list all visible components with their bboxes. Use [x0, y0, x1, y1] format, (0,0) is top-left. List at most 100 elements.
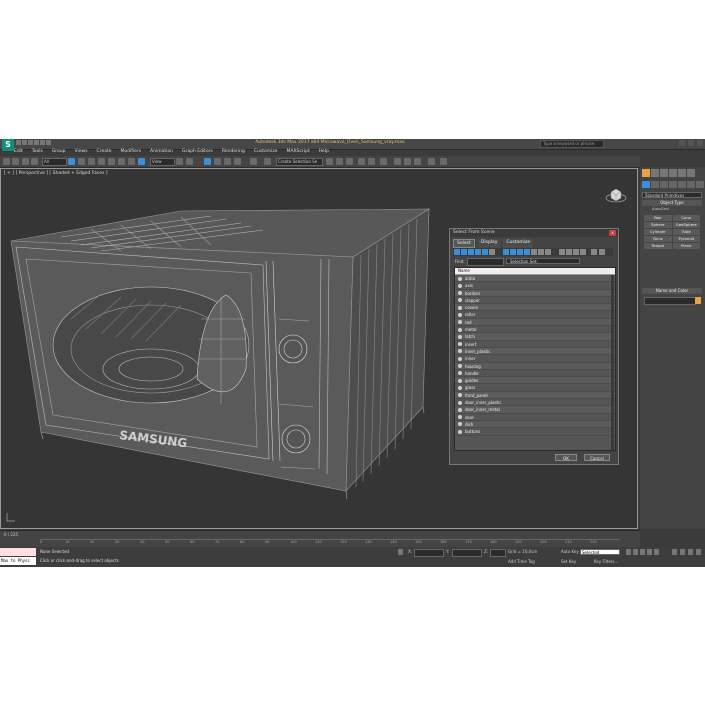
menu-graph-editors[interactable]: Graph Editors	[182, 149, 213, 156]
y-coordinate-field[interactable]	[452, 549, 482, 557]
angle-snap-icon[interactable]	[214, 158, 221, 165]
list-item[interactable]: door	[455, 414, 615, 421]
filter-icon[interactable]	[591, 249, 597, 255]
rotate-icon[interactable]	[118, 158, 125, 165]
cameras-icon[interactable]	[669, 181, 677, 188]
select-by-name-icon[interactable]	[78, 158, 85, 165]
orbit-icon[interactable]	[696, 549, 701, 555]
object-type-rollout[interactable]: Object Type	[642, 200, 702, 206]
children-icon[interactable]	[580, 249, 586, 255]
project-icon[interactable]	[46, 140, 51, 145]
tube-button[interactable]: Tube	[672, 229, 700, 235]
open-icon[interactable]	[22, 140, 27, 145]
key-filters-button[interactable]: Key Filters...	[594, 559, 618, 564]
menu-animation[interactable]: Animation	[150, 149, 173, 156]
spinner-snap-icon[interactable]	[234, 158, 241, 165]
menu-modifiers[interactable]: Modifiers	[121, 149, 142, 156]
redo-tool-icon[interactable]	[12, 158, 19, 165]
zoom-all-icon[interactable]	[680, 549, 685, 555]
save-icon[interactable]	[28, 140, 33, 145]
menu-create[interactable]: Create	[97, 149, 112, 156]
undo-icon[interactable]	[34, 140, 39, 145]
sphere-button[interactable]: Sphere	[644, 222, 672, 228]
previous-frame-icon[interactable]	[633, 549, 638, 555]
display-groups-icon[interactable]	[503, 249, 509, 255]
selection-filter-dropdown[interactable]: All	[42, 158, 67, 166]
z-coordinate-field[interactable]	[490, 549, 506, 557]
set-key-button[interactable]: Set Key	[561, 559, 576, 564]
list-item[interactable]: antia	[455, 275, 615, 283]
display-shapes-icon[interactable]	[461, 249, 467, 255]
go-to-start-icon[interactable]	[626, 549, 631, 555]
display-cameras-icon[interactable]	[475, 249, 481, 255]
box-button[interactable]: Box	[644, 215, 672, 221]
list-item[interactable]: insert	[455, 341, 615, 348]
app-logo[interactable]: S	[2, 139, 14, 151]
modify-tab-icon[interactable]	[651, 169, 659, 177]
unlink-icon[interactable]	[31, 158, 38, 165]
cone-button[interactable]: Cone	[672, 215, 700, 221]
motion-tab-icon[interactable]	[669, 169, 677, 177]
list-item[interactable]: housing	[455, 362, 615, 370]
material-editor-icon[interactable]	[380, 158, 387, 165]
mirror-icon[interactable]	[264, 158, 271, 165]
list-item[interactable]: roller	[455, 311, 615, 319]
list-item[interactable]: inner	[455, 355, 615, 363]
list-item[interactable]: clapper	[455, 297, 615, 305]
named-selection-dropdown[interactable]: Create Selection Se	[276, 158, 323, 166]
menu-help[interactable]: Help	[319, 149, 329, 156]
list-item[interactable]: glass	[455, 384, 615, 392]
display-bones-icon[interactable]	[517, 249, 523, 255]
primitive-type-dropdown[interactable]: Standard Primitives	[642, 192, 702, 198]
list-item[interactable]: inner_plastic	[455, 347, 615, 356]
display-tab-icon[interactable]	[678, 169, 686, 177]
create-tab-icon[interactable]	[642, 169, 650, 177]
list-item[interactable]: latch	[455, 333, 615, 341]
list-item[interactable]: dish	[455, 420, 615, 429]
maxscript-listener-input[interactable]	[0, 548, 36, 556]
display-xrefs-icon[interactable]	[510, 249, 516, 255]
window-crossing-icon[interactable]	[98, 158, 105, 165]
display-geometry-icon[interactable]	[454, 249, 460, 255]
list-item[interactable]: door_inner_plastic	[455, 399, 615, 407]
new-icon[interactable]	[16, 140, 21, 145]
schematic-view-icon[interactable]	[368, 158, 375, 165]
list-item[interactable]: borders	[455, 289, 615, 297]
teapot-button[interactable]: Teapot	[644, 243, 672, 249]
list-item[interactable]: axis	[455, 282, 615, 290]
curve-editor-icon[interactable]	[358, 158, 365, 165]
maximize-icon[interactable]	[688, 140, 694, 146]
snaps-toggle-icon[interactable]	[204, 158, 211, 165]
redo-icon[interactable]	[40, 140, 45, 145]
shapes-icon[interactable]	[651, 181, 659, 188]
display-none-icon[interactable]	[559, 249, 565, 255]
torus-button[interactable]: Torus	[644, 236, 672, 242]
display-spacewarps-icon[interactable]	[489, 249, 495, 255]
cancel-button[interactable]: Cancel	[584, 454, 610, 461]
maxscript-mini-listener[interactable]: Max to Physc	[0, 557, 36, 565]
track-bar[interactable]: 0 10 20 30 40 50 60 70 80 90 100 110 120…	[40, 539, 620, 547]
dialog-menu-display[interactable]: Display	[477, 239, 501, 248]
list-scrollbar[interactable]	[611, 275, 614, 450]
utilities-tab-icon[interactable]	[687, 169, 695, 177]
list-item[interactable]: guides	[455, 377, 615, 385]
geosphere-button[interactable]: GeoSphere	[672, 222, 700, 228]
pyramid-button[interactable]: Pyramid	[672, 236, 700, 242]
add-time-tag[interactable]: Add Time Tag	[508, 559, 535, 564]
hierarchy-tab-icon[interactable]	[660, 169, 668, 177]
link-icon[interactable]	[22, 158, 29, 165]
pan-icon[interactable]	[688, 549, 693, 555]
helpers-icon[interactable]	[678, 181, 686, 188]
spacewarps-icon[interactable]	[687, 181, 695, 188]
align-icon[interactable]	[326, 158, 333, 165]
place-icon[interactable]	[138, 158, 145, 165]
menu-edit[interactable]: Edit	[14, 149, 23, 156]
list-item[interactable]: buttons	[455, 428, 615, 436]
rect-selection-icon[interactable]	[88, 158, 95, 165]
lights-icon[interactable]	[660, 181, 668, 188]
display-lights-icon[interactable]	[468, 249, 474, 255]
autogrid-checkbox[interactable]: AutoGrid	[652, 206, 669, 211]
select-manipulate-icon[interactable]	[186, 158, 193, 165]
pivot-icon[interactable]	[176, 158, 183, 165]
list-item[interactable]: covers	[455, 304, 615, 312]
